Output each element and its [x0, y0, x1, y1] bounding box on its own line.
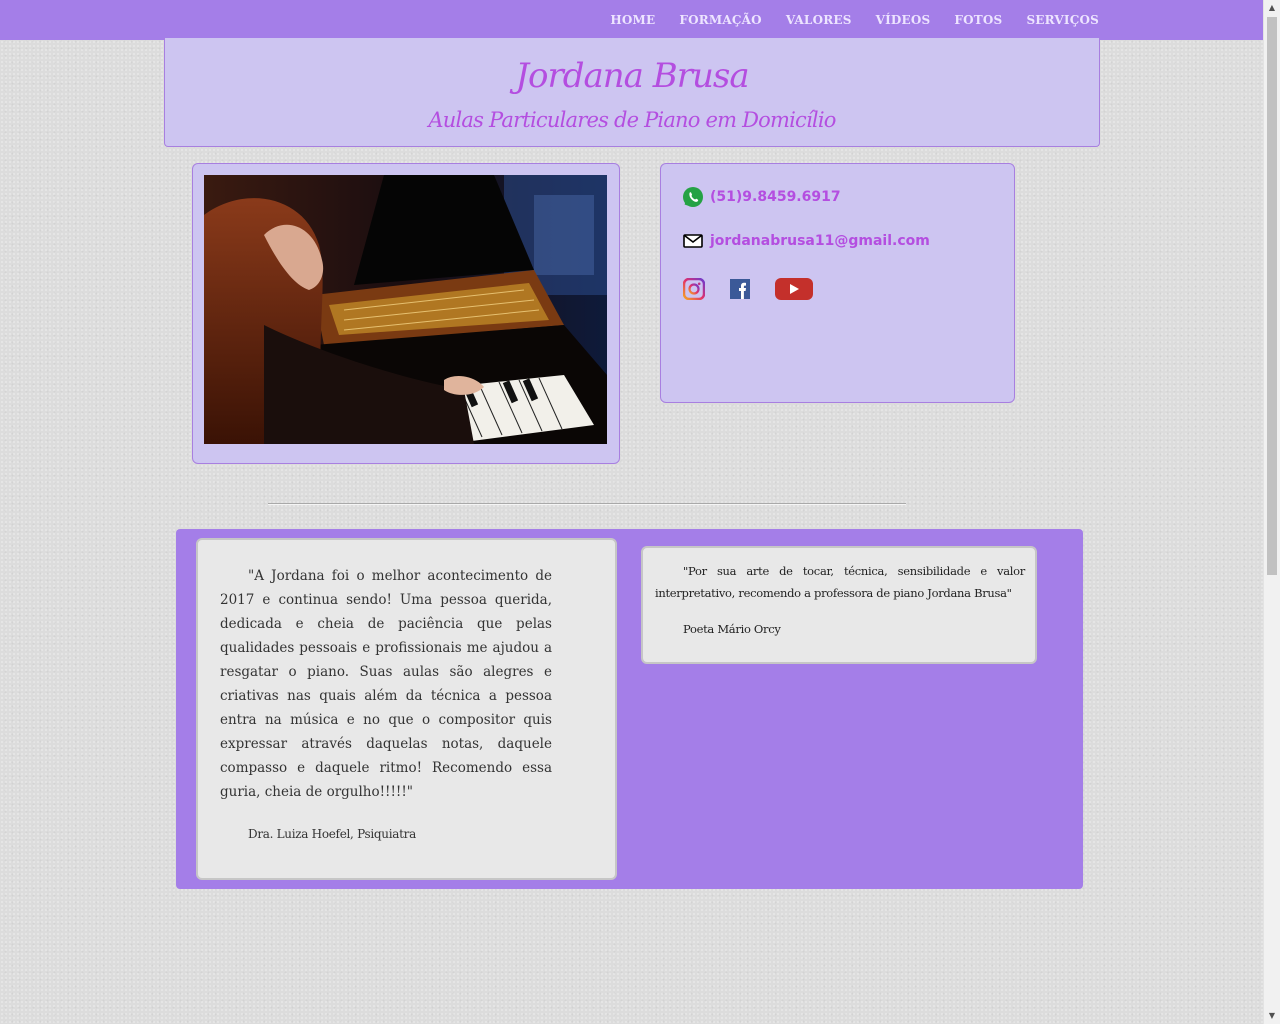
testimonial-quote: "Por sua arte de tocar, técnica, sensibi… — [655, 564, 1025, 600]
site-title: Jordana Brusa — [515, 56, 749, 96]
mail-icon — [683, 234, 703, 248]
nav-home-link[interactable]: HOME — [610, 13, 655, 27]
section-divider — [268, 503, 906, 505]
testimonial-author: Poeta Mário Orcy — [683, 622, 781, 636]
phone-number: (51)9.8459.6917 — [710, 189, 841, 205]
nav-fotos-link[interactable]: FOTOS — [954, 13, 1002, 27]
scroll-up-arrow-icon[interactable]: ▲ — [1264, 0, 1280, 16]
email-contact[interactable]: jordanabrusa11@gmail.com — [682, 230, 930, 252]
main-nav: HOME FORMAÇÃO VALORES VÍDEOS FOTOS SERVI… — [586, 0, 1099, 40]
nav-valores-link[interactable]: VALORES — [786, 13, 852, 27]
testimonial-quote: "A Jordana foi o melhor acontecimento de… — [220, 568, 552, 800]
whatsapp-icon — [683, 187, 703, 207]
photo-panel — [192, 163, 620, 464]
nav-videos-link[interactable]: VÍDEOS — [876, 13, 931, 27]
nav-formacao-link[interactable]: FORMAÇÃO — [679, 13, 761, 27]
vertical-scrollbar[interactable]: ▲ ▼ — [1263, 0, 1280, 1024]
testimonials-section: "A Jordana foi o melhor acontecimento de… — [176, 529, 1083, 889]
phone-contact[interactable]: (51)9.8459.6917 — [682, 186, 841, 208]
social-links — [683, 278, 837, 300]
youtube-icon[interactable] — [775, 278, 813, 300]
contact-panel: (51)9.8459.6917 jordanabrusa11@gmail.com — [660, 163, 1015, 403]
testimonial-author: Dra. Luiza Hoefel, Psiquiatra — [248, 827, 416, 841]
pianist-photo — [204, 175, 607, 444]
instagram-icon[interactable] — [683, 278, 705, 300]
testimonial-card: "A Jordana foi o melhor acontecimento de… — [196, 538, 617, 880]
facebook-icon[interactable] — [729, 278, 751, 300]
nav-servicos-link[interactable]: SERVIÇOS — [1026, 13, 1099, 27]
email-address: jordanabrusa11@gmail.com — [710, 233, 930, 249]
top-nav-bar: HOME FORMAÇÃO VALORES VÍDEOS FOTOS SERVI… — [0, 0, 1263, 40]
scrollbar-thumb[interactable] — [1267, 17, 1277, 575]
site-subtitle: Aulas Particulares de Piano em Domicílio — [428, 108, 836, 132]
scroll-down-arrow-icon[interactable]: ▼ — [1264, 1008, 1280, 1024]
site-header: Jordana Brusa Aulas Particulares de Pian… — [164, 38, 1100, 147]
testimonial-card: "Por sua arte de tocar, técnica, sensibi… — [641, 546, 1037, 664]
